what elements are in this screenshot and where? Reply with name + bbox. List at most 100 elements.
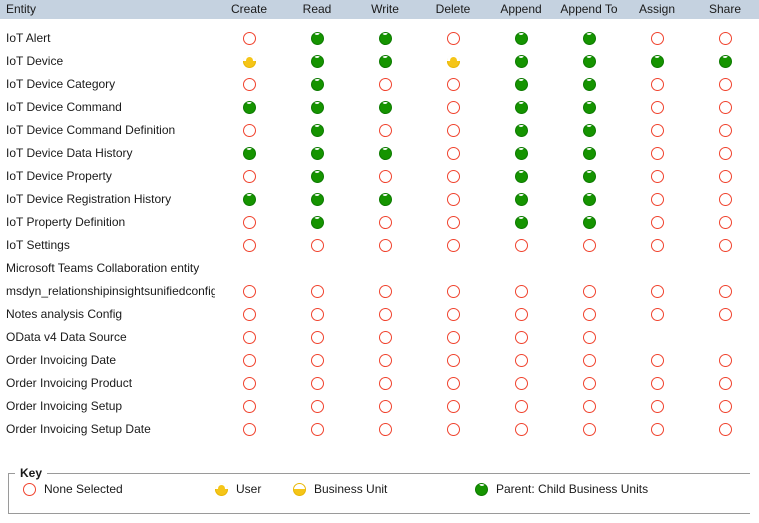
privilege-cell-read[interactable] <box>283 371 351 394</box>
privilege-cell-appendto[interactable] <box>555 325 623 348</box>
none-selected-icon[interactable] <box>718 215 732 229</box>
privilege-cell-assign[interactable] <box>623 210 691 233</box>
parent-child-business-units-icon[interactable] <box>514 215 528 229</box>
parent-child-business-units-icon[interactable] <box>242 100 256 114</box>
none-selected-icon[interactable] <box>650 146 664 160</box>
privilege-cell-appendto[interactable] <box>555 72 623 95</box>
column-header-read[interactable]: Read <box>283 0 351 19</box>
none-selected-icon[interactable] <box>446 100 460 114</box>
privilege-cell-share[interactable] <box>691 394 759 417</box>
parent-child-business-units-icon[interactable] <box>242 146 256 160</box>
privilege-cell-append[interactable] <box>487 187 555 210</box>
none-selected-icon[interactable] <box>582 422 596 436</box>
column-header-append[interactable]: Append <box>487 0 555 19</box>
privilege-cell-read[interactable] <box>283 164 351 187</box>
parent-child-business-units-icon[interactable] <box>650 54 664 68</box>
privilege-cell-appendto[interactable] <box>555 394 623 417</box>
privilege-cell-create[interactable] <box>215 325 283 348</box>
privilege-cell-read[interactable] <box>283 95 351 118</box>
none-selected-icon[interactable] <box>446 376 460 390</box>
privilege-cell-delete[interactable] <box>419 394 487 417</box>
privilege-cell-write[interactable] <box>351 348 419 371</box>
privilege-cell-delete[interactable] <box>419 371 487 394</box>
none-selected-icon[interactable] <box>650 353 664 367</box>
privilege-cell-share[interactable] <box>691 210 759 233</box>
none-selected-icon[interactable] <box>718 123 732 137</box>
none-selected-icon[interactable] <box>446 146 460 160</box>
privilege-cell-create[interactable] <box>215 141 283 164</box>
none-selected-icon[interactable] <box>514 422 528 436</box>
none-selected-icon[interactable] <box>446 123 460 137</box>
privilege-cell-assign[interactable] <box>623 302 691 325</box>
parent-child-business-units-icon[interactable] <box>378 54 392 68</box>
privilege-cell-assign[interactable] <box>623 371 691 394</box>
none-selected-icon[interactable] <box>514 238 528 252</box>
privilege-cell-append[interactable] <box>487 348 555 371</box>
column-header-delete[interactable]: Delete <box>419 0 487 19</box>
none-selected-icon[interactable] <box>514 307 528 321</box>
none-selected-icon[interactable] <box>650 307 664 321</box>
parent-child-business-units-icon[interactable] <box>582 192 596 206</box>
none-selected-icon[interactable] <box>242 422 256 436</box>
privilege-cell-read[interactable] <box>283 417 351 440</box>
none-selected-icon[interactable] <box>242 399 256 413</box>
privilege-cell-write[interactable] <box>351 279 419 302</box>
privilege-cell-write[interactable] <box>351 233 419 256</box>
parent-child-business-units-icon[interactable] <box>582 215 596 229</box>
privilege-cell-appendto[interactable] <box>555 371 623 394</box>
privilege-cell-assign[interactable] <box>623 118 691 141</box>
none-selected-icon[interactable] <box>514 399 528 413</box>
privilege-cell-assign[interactable] <box>623 72 691 95</box>
privilege-cell-append[interactable] <box>487 210 555 233</box>
none-selected-icon[interactable] <box>582 284 596 298</box>
none-selected-icon[interactable] <box>242 376 256 390</box>
parent-child-business-units-icon[interactable] <box>378 31 392 45</box>
privilege-cell-assign[interactable] <box>623 164 691 187</box>
none-selected-icon[interactable] <box>242 123 256 137</box>
user-icon[interactable] <box>446 54 460 68</box>
none-selected-icon[interactable] <box>514 284 528 298</box>
parent-child-business-units-icon[interactable] <box>310 123 324 137</box>
privilege-cell-write[interactable] <box>351 417 419 440</box>
none-selected-icon[interactable] <box>582 330 596 344</box>
privilege-cell-appendto[interactable] <box>555 210 623 233</box>
privilege-cell-assign[interactable] <box>623 417 691 440</box>
privilege-cell-share[interactable] <box>691 118 759 141</box>
privilege-cell-share[interactable] <box>691 72 759 95</box>
none-selected-icon[interactable] <box>446 399 460 413</box>
privilege-cell-share[interactable] <box>691 187 759 210</box>
privilege-cell-read[interactable] <box>283 118 351 141</box>
privilege-cell-read[interactable] <box>283 72 351 95</box>
column-header-write[interactable]: Write <box>351 0 419 19</box>
none-selected-icon[interactable] <box>242 238 256 252</box>
parent-child-business-units-icon[interactable] <box>514 146 528 160</box>
privilege-cell-append[interactable] <box>487 118 555 141</box>
none-selected-icon[interactable] <box>446 284 460 298</box>
none-selected-icon[interactable] <box>650 100 664 114</box>
none-selected-icon[interactable] <box>378 215 392 229</box>
privilege-cell-read[interactable] <box>283 187 351 210</box>
none-selected-icon[interactable] <box>310 330 324 344</box>
privilege-cell-appendto[interactable] <box>555 348 623 371</box>
privilege-cell-appendto[interactable] <box>555 141 623 164</box>
privilege-cell-create[interactable] <box>215 394 283 417</box>
none-selected-icon[interactable] <box>446 353 460 367</box>
privilege-cell-assign[interactable] <box>623 19 691 49</box>
privilege-cell-assign[interactable] <box>623 279 691 302</box>
parent-child-business-units-icon[interactable] <box>310 146 324 160</box>
privilege-cell-delete[interactable] <box>419 49 487 72</box>
parent-child-business-units-icon[interactable] <box>514 77 528 91</box>
privilege-cell-delete[interactable] <box>419 302 487 325</box>
privilege-cell-appendto[interactable] <box>555 95 623 118</box>
none-selected-icon[interactable] <box>650 376 664 390</box>
privilege-cell-share[interactable] <box>691 95 759 118</box>
privilege-cell-read[interactable] <box>283 49 351 72</box>
none-selected-icon[interactable] <box>650 169 664 183</box>
privilege-cell-read[interactable] <box>283 394 351 417</box>
privilege-cell-share[interactable] <box>691 348 759 371</box>
privilege-cell-read[interactable] <box>283 233 351 256</box>
privilege-cell-read[interactable] <box>283 210 351 233</box>
privilege-cell-create[interactable] <box>215 348 283 371</box>
parent-child-business-units-icon[interactable] <box>582 123 596 137</box>
parent-child-business-units-icon[interactable] <box>310 192 324 206</box>
